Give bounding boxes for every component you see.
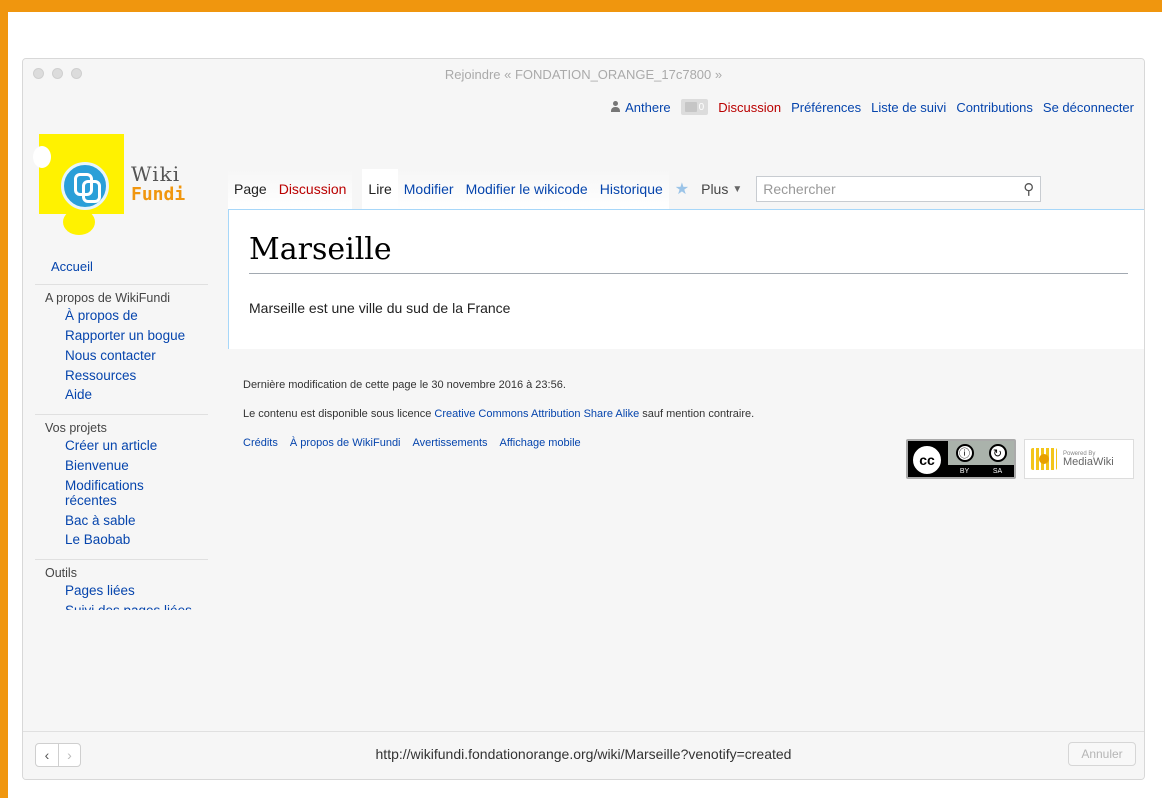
tab-history[interactable]: Historique	[593, 169, 669, 209]
username: Anthere	[625, 99, 671, 115]
logo-text-fundi: Fundi	[131, 184, 186, 205]
tab-edit[interactable]: Modifier	[397, 169, 460, 209]
status-url: http://wikifundi.fondationorange.org/wik…	[375, 746, 792, 762]
user-link[interactable]: Anthere	[610, 100, 671, 115]
puzzle-icon	[61, 162, 109, 210]
footer-link-mobile[interactable]: Affichage mobile	[500, 437, 581, 449]
sidebar-section-about: A propos de WikiFundi À propos de Rappor…	[35, 284, 208, 414]
sidebar-item-sandbox[interactable]: Bac à sable	[65, 513, 208, 529]
sidebar-item-related-changes[interactable]: Suivi des pages liées	[65, 604, 208, 610]
wikifundi-logo[interactable]: Wiki Fundi	[33, 134, 219, 244]
dialog-window: Rejoindre « FONDATION_ORANGE_17c7800 » A…	[22, 58, 1145, 780]
search-placeholder: Rechercher	[763, 181, 836, 197]
more-label: Plus	[701, 181, 729, 197]
user-icon	[610, 101, 621, 113]
sidebar-section-projects: Vos projets Créer un article Bienvenue M…	[35, 414, 208, 559]
notifications-icon	[684, 102, 697, 112]
sidebar-heading: A propos de WikiFundi	[45, 291, 171, 305]
watch-star-icon[interactable]: ★	[669, 169, 695, 209]
tab-discussion[interactable]: Discussion	[272, 169, 353, 209]
footer-link-disclaimers[interactable]: Avertissements	[413, 437, 488, 449]
share-alike-icon: ↻	[988, 444, 1007, 462]
sidebar-item-create-article[interactable]: Créer un article	[65, 438, 208, 454]
footer-badges: cc ⓘ ↻ BY SA Powered By MediaWiki	[906, 439, 1134, 479]
cc-by-sa-badge[interactable]: cc ⓘ ↻ BY SA	[906, 439, 1016, 479]
sidebar-section-tools: Outils Pages liées Suivi des pages liées	[35, 559, 208, 616]
sidebar-heading: Vos projets	[45, 421, 107, 436]
personal-tools: Anthere 0 Discussion Préférences Liste d…	[610, 99, 1134, 115]
more-menu[interactable]: Plus ▼	[695, 169, 748, 209]
ptools-preferences-link[interactable]: Préférences	[791, 100, 861, 115]
license-line: Le contenu est disponible sous licence C…	[243, 408, 755, 420]
license-link[interactable]: Creative Commons Attribution Share Alike	[434, 408, 639, 420]
sidebar-item-home[interactable]: Accueil	[51, 259, 213, 274]
tab-page[interactable]: Page	[228, 169, 273, 209]
search-input[interactable]: Rechercher ⚲	[756, 176, 1042, 202]
footer-link-about[interactable]: À propos de WikiFundi	[290, 437, 401, 449]
title-bar: Rejoindre « FONDATION_ORANGE_17c7800 »	[23, 59, 1144, 89]
cc-logo-icon: cc	[911, 444, 943, 476]
ptools-logout-link[interactable]: Se déconnecter	[1043, 100, 1134, 115]
sidebar-item-help[interactable]: Aide	[65, 388, 208, 403]
article-text: Marseille est une ville du sud de la Fra…	[249, 300, 511, 316]
sidebar: Accueil A propos de WikiFundi À propos d…	[23, 259, 213, 616]
sidebar-item-about[interactable]: À propos de	[65, 308, 208, 324]
mediawiki-sunflower-icon	[1031, 448, 1057, 470]
attribution-icon: ⓘ	[955, 444, 974, 462]
page-title: Marseille	[249, 232, 1128, 274]
sidebar-item-baobab[interactable]: Le Baobab	[65, 533, 208, 548]
sidebar-item-report-bug[interactable]: Rapporter un bogue	[65, 328, 208, 344]
sidebar-item-what-links-here[interactable]: Pages liées	[65, 583, 208, 599]
tab-edit-source[interactable]: Modifier le wikicode	[459, 169, 594, 209]
ptools-talk-link[interactable]: Discussion	[718, 100, 781, 115]
ptools-contributions-link[interactable]: Contributions	[956, 100, 1033, 115]
notifications-badge[interactable]: 0	[680, 99, 709, 115]
powered-by-mediawiki-badge[interactable]: Powered By MediaWiki	[1024, 439, 1134, 479]
sidebar-item-resources[interactable]: Ressources	[65, 368, 208, 384]
sidebar-item-welcome[interactable]: Bienvenue	[65, 458, 208, 474]
window-title: Rejoindre « FONDATION_ORANGE_17c7800 »	[444, 67, 723, 82]
page-tabs: Page Discussion Lire Modifier Modifier l…	[228, 169, 1134, 209]
wiki-page: Anthere 0 Discussion Préférences Liste d…	[23, 89, 1144, 731]
footer-link-credits[interactable]: Crédits	[243, 437, 278, 449]
ptools-watchlist-link[interactable]: Liste de suivi	[871, 100, 946, 115]
sidebar-item-contact[interactable]: Nous contacter	[65, 348, 208, 364]
chevron-down-icon: ▼	[732, 183, 743, 195]
sidebar-heading: Outils	[45, 566, 77, 581]
cancel-button[interactable]: Annuler	[1068, 742, 1136, 766]
tab-read[interactable]: Lire	[362, 169, 398, 209]
last-modified: Dernière modification de cette page le 3…	[243, 379, 566, 391]
notification-count: 0	[698, 101, 705, 113]
bottom-bar: ‹ › http://wikifundi.fondationorange.org…	[23, 731, 1144, 779]
search-icon[interactable]: ⚲	[1023, 180, 1034, 198]
sidebar-item-recent-changes[interactable]: Modifications récentes	[65, 478, 175, 509]
logo-text-wiki: Wiki	[131, 162, 181, 186]
article-body: Marseille Marseille est une ville du sud…	[228, 209, 1144, 349]
